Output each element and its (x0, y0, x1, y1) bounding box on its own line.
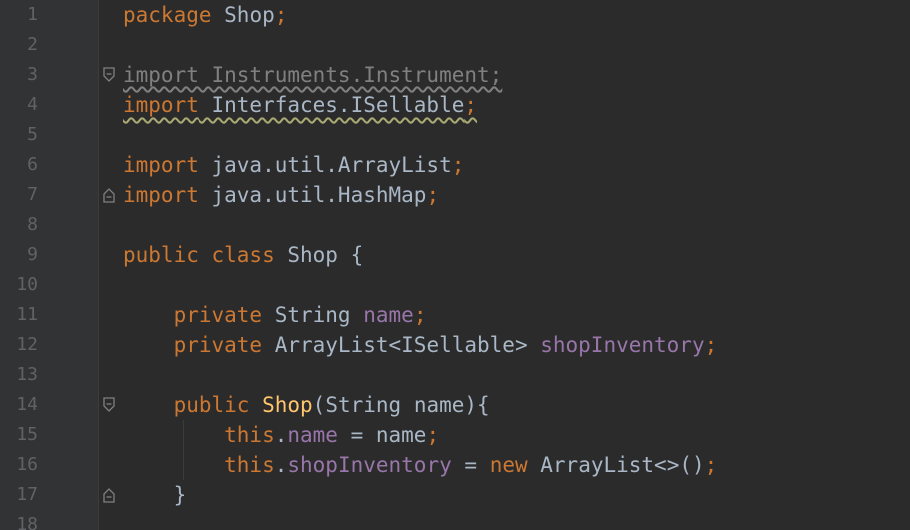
code-text[interactable]: public class Shop { (123, 242, 363, 268)
code-token: import Instruments.Instrument; (123, 63, 503, 87)
code-token: import (123, 183, 199, 207)
code-token: java.util.HashMap (198, 183, 427, 207)
line-number: 18 (16, 514, 38, 530)
code-line[interactable]: 17 } (0, 480, 910, 510)
code-token: Shop (262, 393, 313, 417)
code-line[interactable]: 2 (0, 30, 910, 60)
code-token: this (123, 453, 275, 477)
code-line[interactable]: 1 package Shop; (0, 0, 910, 30)
code-text[interactable]: import java.util.ArrayList; (123, 152, 464, 178)
code-token: package (123, 3, 212, 27)
code-token: ; (426, 183, 440, 207)
line-number: 16 (16, 454, 38, 475)
code-token: public (123, 393, 250, 417)
line-number: 7 (27, 184, 38, 205)
code-token: name (363, 303, 414, 327)
code-line[interactable]: 18 (0, 510, 910, 530)
code-editor[interactable]: 1 package Shop; 2 3 import Instruments.Instr… (0, 0, 910, 530)
code-line[interactable]: 10 (0, 270, 910, 300)
code-text[interactable]: import java.util.HashMap; (123, 182, 439, 208)
line-number: 17 (16, 484, 38, 505)
code-token: private (123, 333, 263, 357)
code-token: name (287, 423, 338, 447)
code-line[interactable]: 4 import Interfaces.ISellable; (0, 90, 910, 120)
line-number: 3 (27, 64, 38, 85)
code-token: ArrayList<>() (527, 453, 705, 477)
code-token: ; (274, 3, 288, 27)
code-line[interactable]: 14 public Shop(String name){ (0, 390, 910, 420)
line-number: 5 (27, 124, 38, 145)
fold-end-icon[interactable] (101, 186, 119, 204)
code-text[interactable]: private String name; (123, 302, 427, 328)
code-token: ; (413, 303, 427, 327)
line-number: 12 (16, 334, 38, 355)
code-text[interactable]: private ArrayList<ISellable> shopInvento… (123, 332, 718, 358)
code-line[interactable]: 13 (0, 360, 910, 390)
code-line[interactable]: 11 private String name; (0, 300, 910, 330)
code-token: new (489, 453, 528, 477)
code-line[interactable]: 8 (0, 210, 910, 240)
code-line[interactable]: 6 import java.util.ArrayList; (0, 150, 910, 180)
code-token: ; (426, 423, 440, 447)
line-number: 8 (27, 214, 38, 235)
code-text[interactable]: this.name = name; (123, 422, 439, 448)
code-token: ; (451, 153, 465, 177)
line-number: 6 (27, 154, 38, 175)
line-number: 13 (16, 364, 38, 385)
code-token: Interfaces.ISellable (198, 93, 465, 117)
code-line[interactable]: 16 this.shopInventory = new ArrayList<>(… (0, 450, 910, 480)
code-text[interactable]: } (123, 482, 187, 508)
code-token: Shop (211, 3, 275, 27)
code-token: ; (704, 333, 718, 357)
code-token: . (274, 423, 288, 447)
code-text[interactable]: import Interfaces.ISellable; (123, 92, 477, 118)
line-number: 9 (27, 244, 38, 265)
code-line[interactable]: 12 private ArrayList<ISellable> shopInve… (0, 330, 910, 360)
line-number: 1 (27, 4, 38, 25)
code-token: shopInventory (540, 333, 705, 357)
line-number: 4 (27, 94, 38, 115)
code-token: java.util.ArrayList (198, 153, 452, 177)
code-text[interactable]: package Shop; (123, 2, 287, 28)
code-token: = (451, 453, 490, 477)
fold-end-icon[interactable] (101, 486, 119, 504)
code-text[interactable]: import Instruments.Instrument; (123, 62, 502, 88)
code-token: shopInventory (287, 453, 452, 477)
code-token: this (123, 423, 275, 447)
code-token: . (274, 453, 288, 477)
code-token: import (123, 153, 199, 177)
line-number: 2 (27, 34, 38, 55)
code-text[interactable]: this.shopInventory = new ArrayList<>(); (123, 452, 717, 478)
line-number: 15 (16, 424, 38, 445)
code-line[interactable]: 5 (0, 120, 910, 150)
line-number: 11 (16, 304, 38, 325)
code-line[interactable]: 7 import java.util.HashMap; (0, 180, 910, 210)
line-number: 14 (16, 394, 38, 415)
code-token: public class (123, 243, 275, 267)
code-line[interactable]: 9 public class Shop { (0, 240, 910, 270)
line-number: 10 (16, 274, 38, 295)
code-token: ; (464, 93, 478, 117)
code-token: import (123, 93, 199, 117)
code-line[interactable]: 3 import Instruments.Instrument; (0, 60, 910, 90)
code-token: String (262, 303, 364, 327)
code-token: } (123, 483, 187, 507)
fold-start-icon[interactable] (101, 396, 119, 414)
code-token: Shop { (274, 243, 364, 267)
code-token: = name (337, 423, 427, 447)
code-text[interactable]: public Shop(String name){ (123, 392, 490, 418)
code-token: private (123, 303, 263, 327)
fold-start-icon[interactable] (101, 66, 119, 84)
code-token: ArrayList<ISellable> (262, 333, 541, 357)
code-line[interactable]: 15 this.name = name; (0, 420, 910, 450)
code-token: (String name){ (312, 393, 490, 417)
code-token: ; (704, 453, 718, 477)
